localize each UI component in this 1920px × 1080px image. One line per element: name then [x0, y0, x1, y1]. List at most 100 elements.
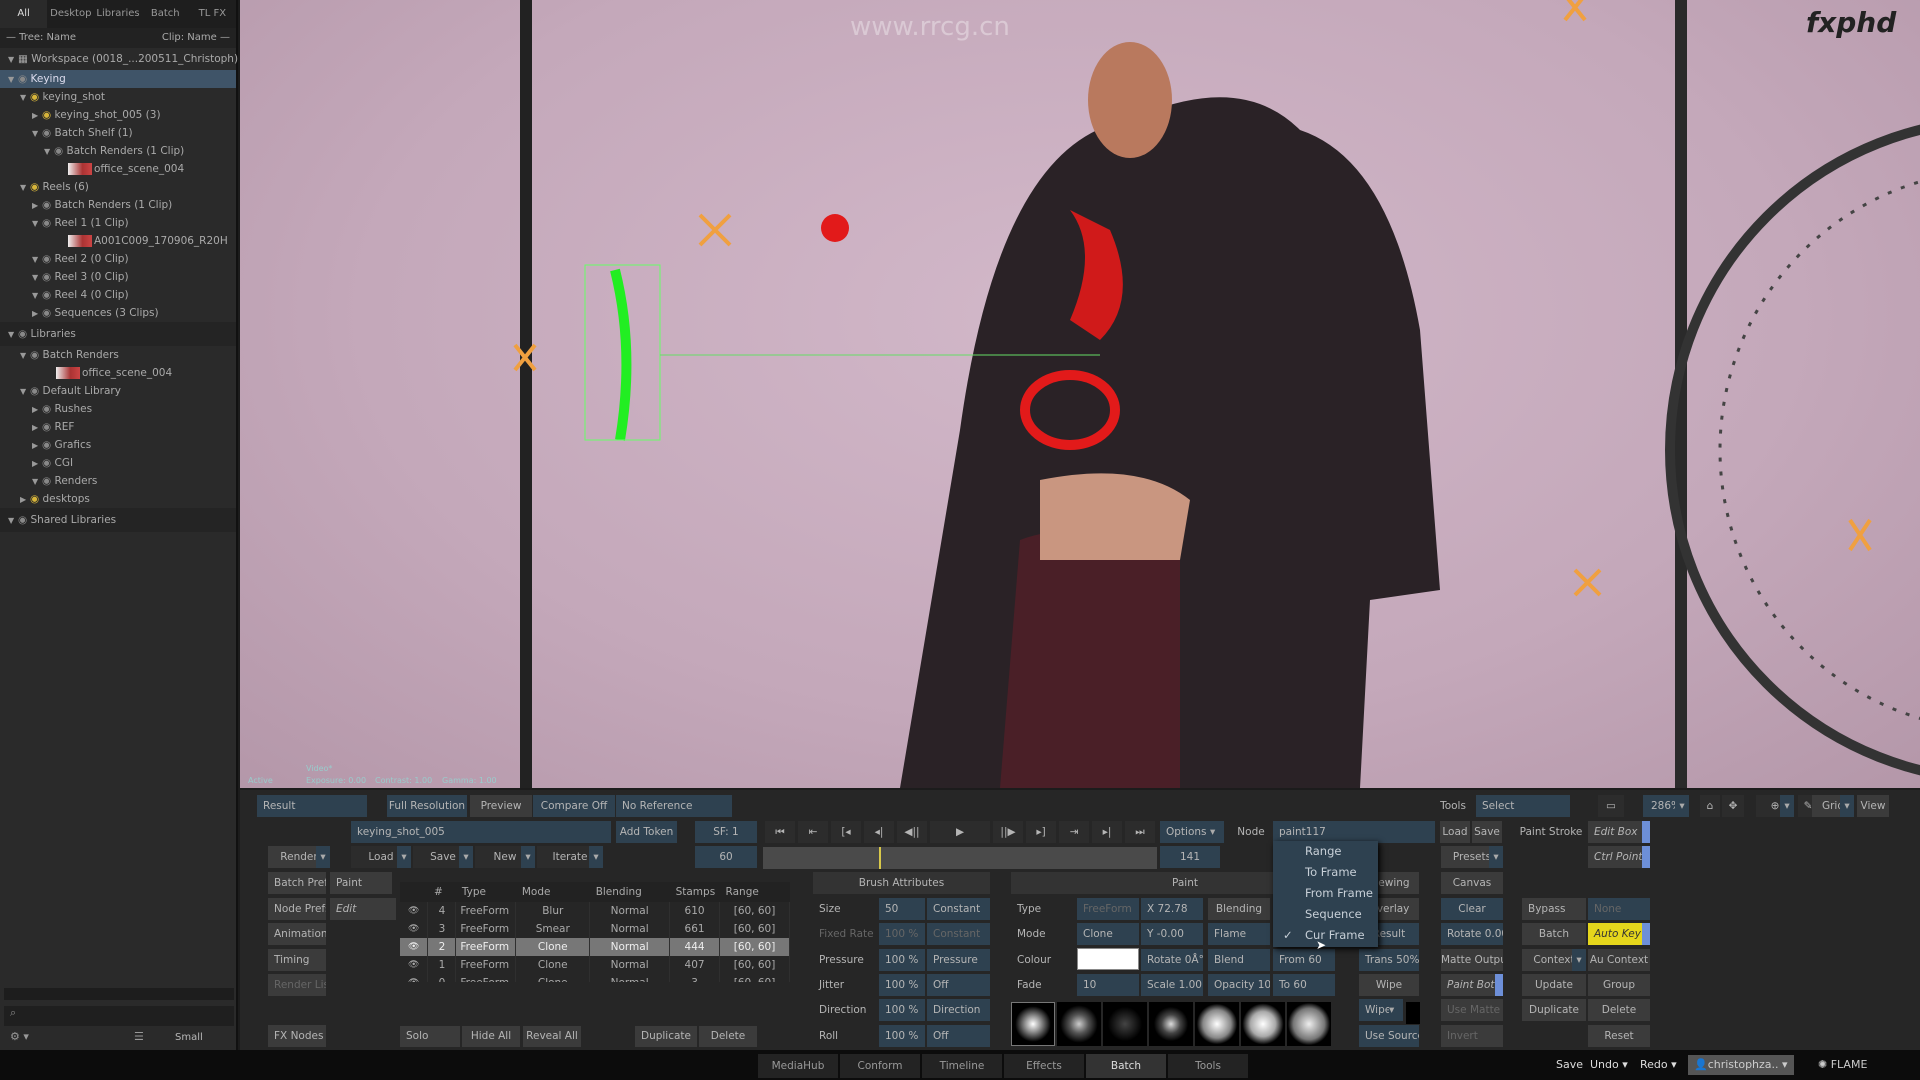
blend-field[interactable]: Blend — [1208, 949, 1270, 971]
brush-attr-value[interactable]: 100 % — [879, 1025, 925, 1047]
group-button[interactable]: Group — [1588, 974, 1650, 996]
collapse-icon[interactable]: ▼ — [44, 143, 54, 161]
reveal-all-button[interactable]: Reveal All — [523, 1025, 581, 1047]
brush-attr-value[interactable]: 100 % — [879, 923, 925, 945]
duplicate-stroke-button[interactable]: Duplicate — [635, 1025, 697, 1047]
iterate-dropdown[interactable]: Iterate — [537, 846, 603, 868]
column-header[interactable] — [400, 882, 428, 902]
tree-item[interactable]: ▶ ◉ REF — [0, 418, 236, 436]
matte-output-button[interactable]: Matte Output — [1441, 949, 1503, 971]
undo-button[interactable]: Undo ▾ — [1590, 1058, 1628, 1071]
reverse-play-icon[interactable]: ◀|| — [897, 821, 927, 843]
brush-attr-mode[interactable]: Constant — [927, 923, 990, 945]
tab-conform[interactable]: Conform — [840, 1054, 920, 1078]
tree-item[interactable]: ▼ ◉ Reels (6) — [0, 178, 236, 196]
expand-icon[interactable]: ▶ — [32, 197, 42, 215]
au-context-button[interactable]: Au Context — [1588, 949, 1650, 971]
column-header[interactable]: Stamps — [669, 882, 720, 902]
edit-menu-button[interactable]: Edit — [330, 898, 396, 920]
browser-tab-libraries[interactable]: Libraries — [94, 0, 141, 28]
expand-icon[interactable]: ▶ — [32, 107, 42, 125]
play-icon[interactable]: ▶ — [930, 821, 990, 843]
column-header[interactable]: Type — [455, 882, 516, 902]
tab-mediahub[interactable]: MediaHub — [758, 1054, 838, 1078]
wipe-colour-swatch[interactable] — [1406, 1002, 1420, 1024]
user-menu[interactable]: 👤christophza.. ▾ — [1688, 1055, 1794, 1075]
tree-item[interactable]: ▶ ◉ Sequences (3 Clips) — [0, 304, 236, 322]
column-header[interactable]: Mode — [515, 882, 590, 902]
collapse-icon[interactable]: ▼ — [20, 89, 30, 107]
browser-tab-all[interactable]: All — [0, 0, 48, 28]
tree-item[interactable]: office_scene_004 — [0, 160, 236, 178]
brush-attr-value[interactable]: 100 % — [879, 949, 925, 971]
collapse-icon[interactable]: ▼ — [32, 215, 42, 233]
add-token-dropdown[interactable]: Add Token — [616, 821, 677, 843]
eye-icon[interactable]: 👁 — [400, 920, 429, 938]
tree-item[interactable]: ▼ ◉ Batch Renders — [0, 346, 236, 364]
full-resolution-button[interactable]: Full Resolution — [387, 795, 467, 817]
clear-button[interactable]: Clear — [1441, 898, 1503, 920]
node-prefs-button[interactable]: Node Prefs — [268, 898, 326, 920]
save-setup-dropdown[interactable]: Save — [413, 846, 473, 868]
next-icon[interactable]: ▸| — [1092, 821, 1122, 843]
tree-item[interactable]: ▶ ◉ Grafics — [0, 436, 236, 454]
node-load-button[interactable]: Load — [1440, 821, 1470, 843]
rotate-field[interactable]: Rotate 0Å° — [1141, 949, 1203, 971]
collapse-icon[interactable]: ▼ — [32, 287, 42, 305]
trans-field[interactable]: Trans 50% — [1359, 949, 1419, 971]
reference-button[interactable]: No Reference — [616, 795, 732, 817]
gear-icon[interactable]: ⚙ ▾ — [10, 1030, 29, 1043]
blending-button[interactable]: Blending — [1208, 898, 1270, 920]
timing-button[interactable]: Timing — [268, 949, 326, 971]
brush-attr-value[interactable]: 100 % — [879, 974, 925, 996]
collapse-icon[interactable]: ▼ — [20, 383, 30, 401]
solo-button[interactable]: Solo — [400, 1025, 460, 1047]
opacity-field[interactable]: Opacity 100 — [1208, 974, 1270, 996]
load-setup-dropdown[interactable]: Load — [351, 846, 411, 868]
browser-tab-batch[interactable]: Batch — [142, 0, 189, 28]
prev-mark-icon[interactable]: [◂ — [831, 821, 861, 843]
eye-icon[interactable]: 👁 — [400, 956, 429, 974]
stroke-row[interactable]: 👁 2 FreeForm Clone Normal 444 [60, 60] — [400, 938, 790, 956]
fade-field[interactable]: 10 — [1077, 974, 1139, 996]
collapse-icon[interactable]: ▼ — [32, 251, 42, 269]
next-keyframe-icon[interactable]: ⇥ — [1059, 821, 1089, 843]
preview-button[interactable]: Preview — [470, 795, 532, 817]
column-header[interactable]: Blending — [589, 882, 670, 902]
prev-keyframe-icon[interactable]: ⇤ — [798, 821, 828, 843]
tree-item[interactable]: ▼ ◉ Shared Libraries — [0, 508, 236, 532]
current-frame-field[interactable]: 60 — [695, 846, 757, 868]
menu-item-sequence[interactable]: Sequence — [1273, 904, 1378, 925]
expand-icon[interactable]: ▶ — [32, 401, 42, 419]
setup-name-field[interactable]: keying_shot_005 — [351, 821, 611, 843]
timeline-scrubber[interactable] — [763, 847, 1157, 869]
tree-item[interactable]: ▼ ◉ Reel 4 (0 Clip) — [0, 286, 236, 304]
y-position-field[interactable]: Y -0.00 — [1141, 923, 1203, 945]
expand-icon[interactable]: ▶ — [32, 305, 42, 323]
hide-all-button[interactable]: Hide All — [462, 1025, 520, 1047]
animation-button[interactable]: Animation — [268, 923, 326, 945]
menu-item-to-frame[interactable]: To Frame — [1273, 862, 1378, 883]
scale-field[interactable]: Scale 1.00 — [1141, 974, 1203, 996]
delete-stroke-button[interactable]: Delete — [699, 1025, 757, 1047]
brush-preset[interactable] — [1195, 1002, 1239, 1046]
tab-timeline[interactable]: Timeline — [922, 1054, 1002, 1078]
compare-button[interactable]: Compare Off — [533, 795, 615, 817]
tree-item[interactable]: A001C009_170906_R20H — [0, 232, 236, 250]
from-frame-field[interactable]: From 60 — [1273, 949, 1335, 971]
reset-button[interactable]: Reset — [1588, 1025, 1650, 1047]
canvas-button[interactable]: Canvas — [1441, 872, 1503, 894]
node-name-field[interactable]: paint117 — [1273, 821, 1435, 843]
collapse-icon[interactable]: ▼ — [32, 473, 42, 491]
collapse-icon[interactable]: ▼ — [20, 179, 30, 197]
batch-button[interactable]: Batch — [1522, 923, 1586, 945]
wipe-dropdown[interactable]: Wipe — [1359, 999, 1403, 1021]
stroke-row[interactable]: 👁 3 FreeForm Smear Normal 661 [60, 60] — [400, 920, 790, 938]
tree-item[interactable]: ▶ ◉ Batch Renders (1 Clip) — [0, 196, 236, 214]
ctrl-points-toggle[interactable]: Ctrl Points — [1588, 846, 1650, 868]
brush-preset[interactable] — [1241, 1002, 1285, 1046]
new-setup-dropdown[interactable]: New — [475, 846, 535, 868]
eye-icon[interactable]: 👁 — [400, 902, 429, 920]
playhead[interactable] — [879, 847, 882, 869]
tree-item[interactable]: ▼ ◉ Keying — [0, 70, 236, 88]
